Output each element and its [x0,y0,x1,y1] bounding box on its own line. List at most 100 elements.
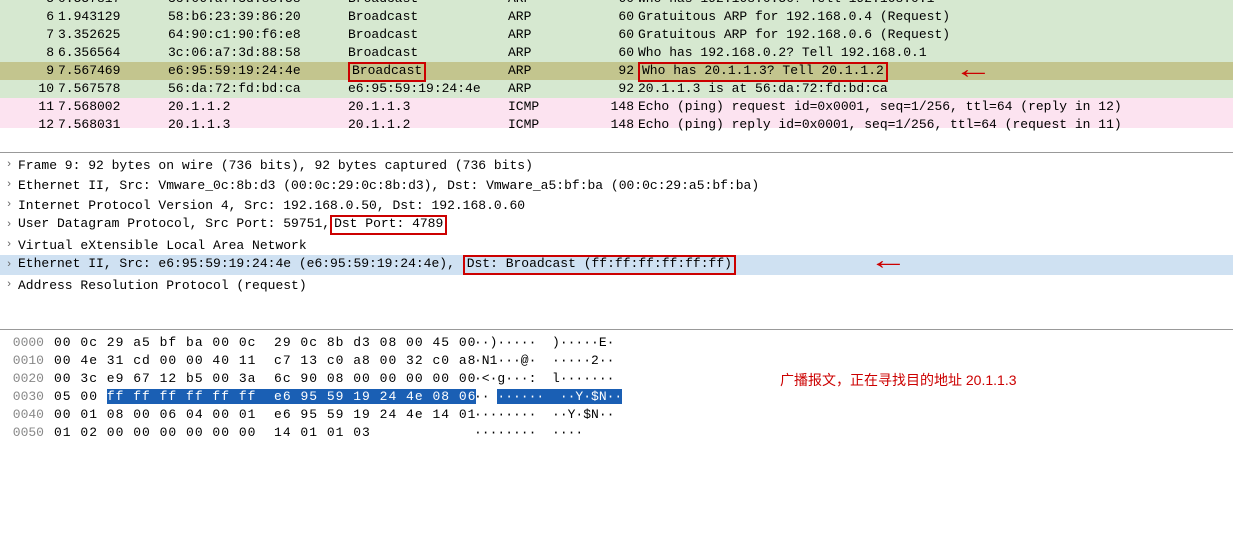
cell-dst: 20.1.1.3 [348,98,508,116]
cell-len: 60 [594,0,638,8]
cell-no: 11 [14,98,58,116]
tree-row[interactable]: ›Frame 9: 92 bytes on wire (736 bits), 9… [0,155,1233,175]
hex-offset: 0050 [0,424,54,442]
cell-dst: Broadcast [348,62,508,80]
tree-text: Virtual eXtensible Local Area Network [18,238,307,253]
chevron-right-icon[interactable]: › [0,219,18,231]
hex-offset: 0020 [0,370,54,388]
cell-dst: Broadcast [348,26,508,44]
cell-time: 0.557817 [58,0,168,8]
cell-dst: e6:95:59:19:24:4e [348,80,508,98]
packet-row[interactable]: 86.3565643c:06:a7:3d:88:58BroadcastARP60… [0,44,1233,62]
hex-row[interactable]: 001000 4e 31 cd 00 00 40 11 c7 13 c0 a8 … [0,352,1233,370]
hex-row[interactable]: 002000 3c e9 67 12 b5 00 3a 6c 90 08 00 … [0,370,1233,388]
packet-row[interactable]: 61.94312958:b6:23:39:86:20BroadcastARP60… [0,8,1233,26]
cell-info: Echo (ping) reply id=0x0001, seq=1/256, … [638,116,1233,128]
hex-selection: ff ff ff ff ff ff e6 95 59 19 24 4e 08 0… [107,389,477,404]
cell-time: 1.943129 [58,8,168,26]
highlight-box: Dst Port: 4789 [330,215,447,235]
cell-time: 7.567469 [58,62,168,80]
cell-src: 20.1.1.2 [168,98,348,116]
cell-src: 58:b6:23:39:86:20 [168,8,348,26]
packet-row[interactable]: 50.5578173c:06:a7:3d:88:58BroadcastARP60… [0,0,1233,8]
cell-no: 10 [14,80,58,98]
cell-len: 148 [594,116,638,128]
cell-info: Who has 192.168.0.2? Tell 192.168.0.1 [638,44,1233,62]
tree-row[interactable]: ›User Datagram Protocol, Src Port: 59751… [0,215,1233,235]
cell-time: 3.352625 [58,26,168,44]
cell-src: 64:90:c1:90:f6:e8 [168,26,348,44]
cell-len: 92 [594,62,638,80]
cell-info: Echo (ping) request id=0x0001, seq=1/256… [638,98,1233,116]
hex-ascii: ··)····· )·····E· [474,334,644,352]
packet-row[interactable]: 97.567469e6:95:59:19:24:4eBroadcastARP92… [0,62,1233,80]
cell-len: 148 [594,98,638,116]
packet-row[interactable]: 127.56803120.1.1.320.1.1.2ICMP148Echo (p… [0,116,1233,128]
tree-text: Frame 9: 92 bytes on wire (736 bits), 92… [18,158,533,173]
hex-offset: 0040 [0,406,54,424]
hex-offset: 0010 [0,352,54,370]
chevron-right-icon[interactable]: › [0,279,18,291]
chevron-right-icon[interactable]: › [0,259,18,271]
hex-ascii: ········ ··Y·$N·· [474,406,644,424]
cell-prot: ARP [508,8,594,26]
cell-prot: ARP [508,44,594,62]
hex-row[interactable]: 004000 01 08 00 06 04 00 01 e6 95 59 19 … [0,406,1233,424]
packet-row[interactable]: 107.56757856:da:72:fd:bd:cae6:95:59:19:2… [0,80,1233,98]
cell-dst: Broadcast [348,0,508,8]
cell-prot: ICMP [508,116,594,128]
cell-no: 8 [14,44,58,62]
tree-text: Internet Protocol Version 4, Src: 192.16… [18,198,525,213]
cell-prot: ARP [508,62,594,80]
hex-bytes: 00 01 08 00 06 04 00 01 e6 95 59 19 24 4… [54,406,474,424]
tree-row[interactable]: ›Address Resolution Protocol (request) [0,275,1233,295]
tree-text: User Datagram Protocol, Src Port: 59751,… [18,215,447,235]
cell-no: 12 [14,116,58,128]
cell-info: 20.1.1.3 is at 56:da:72:fd:bd:ca [638,80,1233,98]
cell-len: 60 [594,8,638,26]
tree-row[interactable]: ›Virtual eXtensible Local Area Network [0,235,1233,255]
hex-ascii: ·· ······ ··Y·$N·· [474,388,644,406]
hex-row[interactable]: 003005 00 ff ff ff ff ff ff e6 95 59 19 … [0,388,1233,406]
cell-no: 6 [14,8,58,26]
cell-time: 7.568031 [58,116,168,128]
hex-bytes: 00 0c 29 a5 bf ba 00 0c 29 0c 8b d3 08 0… [54,334,474,352]
cell-src: 20.1.1.3 [168,116,348,128]
packet-list[interactable]: 50.5578173c:06:a7:3d:88:58BroadcastARP60… [0,0,1233,153]
hex-row[interactable]: 000000 0c 29 a5 bf ba 00 0c 29 0c 8b d3 … [0,334,1233,352]
chevron-right-icon[interactable]: › [0,179,18,191]
chevron-right-icon[interactable]: › [0,159,18,171]
tree-text: Ethernet II, Src: Vmware_0c:8b:d3 (00:0c… [18,178,759,193]
hex-bytes: 00 4e 31 cd 00 00 40 11 c7 13 c0 a8 00 3… [54,352,474,370]
cell-dst: Broadcast [348,8,508,26]
cell-time: 6.356564 [58,44,168,62]
hex-dump[interactable]: 000000 0c 29 a5 bf ba 00 0c 29 0c 8b d3 … [0,330,1233,546]
cell-len: 60 [594,26,638,44]
packet-row[interactable]: 117.56800220.1.1.220.1.1.3ICMP148Echo (p… [0,98,1233,116]
cell-src: e6:95:59:19:24:4e [168,62,348,80]
highlight-box: Broadcast [348,62,426,82]
cell-no: 5 [14,0,58,8]
hex-bytes: 01 02 00 00 00 00 00 00 14 01 01 03 [54,424,474,442]
hex-bytes: 05 00 ff ff ff ff ff ff e6 95 59 19 24 4… [54,388,474,406]
hex-bytes: 00 3c e9 67 12 b5 00 3a 6c 90 08 00 00 0… [54,370,474,388]
tree-row[interactable]: ›Ethernet II, Src: e6:95:59:19:24:4e (e6… [0,255,1233,275]
packet-row[interactable]: 73.35262564:90:c1:90:f6:e8BroadcastARP60… [0,26,1233,44]
tree-text: Address Resolution Protocol (request) [18,278,307,293]
hex-ascii: ·N1···@· ·····2·· [474,352,644,370]
cell-info: Gratuitous ARP for 192.168.0.4 (Request) [638,8,1233,26]
hex-row[interactable]: 005001 02 00 00 00 00 00 00 14 01 01 03·… [0,424,1233,442]
cell-src: 3c:06:a7:3d:88:58 [168,0,348,8]
cell-src: 3c:06:a7:3d:88:58 [168,44,348,62]
tree-row[interactable]: ›Internet Protocol Version 4, Src: 192.1… [0,195,1233,215]
cell-no: 7 [14,26,58,44]
highlight-box: Dst: Broadcast (ff:ff:ff:ff:ff:ff) [463,255,736,275]
tree-row[interactable]: ›Ethernet II, Src: Vmware_0c:8b:d3 (00:0… [0,175,1233,195]
cell-prot: ARP [508,26,594,44]
cell-len: 92 [594,80,638,98]
chevron-right-icon[interactable]: › [0,239,18,251]
cell-prot: ICMP [508,98,594,116]
packet-details[interactable]: ›Frame 9: 92 bytes on wire (736 bits), 9… [0,153,1233,330]
cell-src: 56:da:72:fd:bd:ca [168,80,348,98]
chevron-right-icon[interactable]: › [0,199,18,211]
